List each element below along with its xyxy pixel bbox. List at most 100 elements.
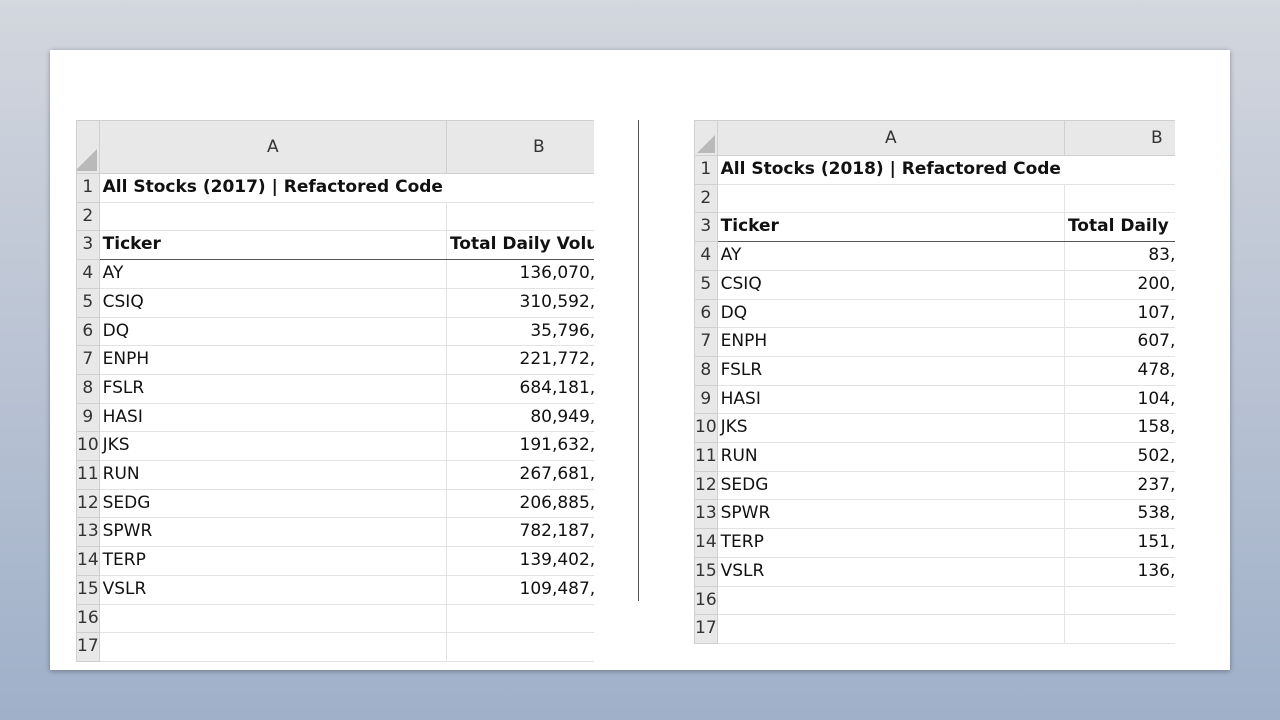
row-header[interactable]: 13	[694, 499, 718, 530]
volume-cell[interactable]: 782,187,000	[445, 517, 594, 548]
cell[interactable]	[445, 632, 594, 662]
cell[interactable]	[716, 614, 1065, 644]
row-header[interactable]: 5	[76, 287, 100, 318]
header-ticker[interactable]: Ticker	[98, 230, 447, 261]
row-header[interactable]: 7	[76, 345, 100, 375]
volume-cell[interactable]: 139,402,800	[445, 546, 594, 576]
volume-cell[interactable]: 607,473,500	[1063, 327, 1175, 357]
column-header-a[interactable]: A	[716, 120, 1065, 156]
volume-cell[interactable]: 151,434,700	[1063, 528, 1175, 558]
row-header[interactable]: 9	[76, 402, 100, 433]
volume-cell[interactable]: 80,949,300	[445, 402, 594, 433]
ticker-cell[interactable]: SPWR	[716, 499, 1065, 530]
row-header[interactable]: 9	[694, 384, 718, 415]
ticker-cell[interactable]: RUN	[716, 442, 1065, 472]
ticker-cell[interactable]: CSIQ	[716, 269, 1065, 300]
ticker-cell[interactable]: ENPH	[716, 327, 1065, 357]
header-ticker[interactable]: Ticker	[716, 212, 1065, 243]
cell[interactable]	[1063, 155, 1175, 185]
ticker-cell[interactable]: DQ	[98, 316, 447, 347]
select-all-corner[interactable]	[694, 120, 718, 156]
select-all-corner[interactable]	[76, 120, 100, 174]
volume-cell[interactable]: 538,024,300	[1063, 499, 1175, 530]
cell[interactable]	[1063, 585, 1175, 616]
ticker-cell[interactable]: TERP	[716, 528, 1065, 558]
ticker-cell[interactable]: VSLR	[716, 556, 1065, 587]
volume-cell[interactable]: 136,539,100	[1063, 556, 1175, 587]
volume-cell[interactable]: 109,487,900	[445, 574, 594, 605]
row-header[interactable]: 2	[76, 201, 100, 232]
cell[interactable]	[98, 201, 447, 232]
cell[interactable]	[98, 632, 447, 662]
volume-cell[interactable]: 136,070,900	[445, 259, 594, 289]
row-header[interactable]: 6	[76, 316, 100, 347]
ticker-cell[interactable]: ENPH	[98, 345, 447, 375]
row-header[interactable]: 17	[76, 632, 100, 662]
row-header[interactable]: 8	[76, 373, 100, 404]
row-header[interactable]: 3	[694, 212, 718, 243]
sheet-title[interactable]: All Stocks (2018) | Refactored Code	[716, 155, 1065, 185]
ticker-cell[interactable]: JKS	[716, 413, 1065, 444]
row-header[interactable]: 16	[76, 603, 100, 634]
row-header[interactable]: 1	[76, 173, 100, 203]
header-volume[interactable]: Total Daily Volume	[445, 230, 594, 261]
row-header[interactable]: 4	[694, 241, 718, 271]
ticker-cell[interactable]: SEDG	[716, 470, 1065, 501]
volume-cell[interactable]: 221,772,100	[445, 345, 594, 375]
cell[interactable]	[98, 603, 447, 634]
row-header[interactable]: 16	[694, 585, 718, 616]
row-header[interactable]: 13	[76, 517, 100, 548]
ticker-cell[interactable]: SEDG	[98, 488, 447, 519]
volume-cell[interactable]: 35,796,200	[445, 316, 594, 347]
cell[interactable]	[445, 173, 594, 203]
volume-cell[interactable]: 191,632,200	[445, 431, 594, 462]
row-header[interactable]: 12	[76, 488, 100, 519]
sheet-title[interactable]: All Stocks (2017) | Refactored Code	[98, 173, 447, 203]
row-header[interactable]: 11	[694, 442, 718, 472]
volume-cell[interactable]: 478,113,900	[1063, 355, 1175, 386]
ticker-cell[interactable]: HASI	[716, 384, 1065, 415]
ticker-cell[interactable]: TERP	[98, 546, 447, 576]
row-header[interactable]: 3	[76, 230, 100, 261]
volume-cell[interactable]: 310,592,800	[445, 287, 594, 318]
ticker-cell[interactable]: AY	[716, 241, 1065, 271]
volume-cell[interactable]: 684,181,400	[445, 373, 594, 404]
volume-cell[interactable]: 267,681,300	[445, 460, 594, 490]
cell[interactable]	[716, 585, 1065, 616]
volume-cell[interactable]: 104,340,600	[1063, 384, 1175, 415]
header-volume[interactable]: Total Daily Volume	[1063, 212, 1175, 243]
volume-cell[interactable]: 83,079,900	[1063, 241, 1175, 271]
cell[interactable]	[1063, 183, 1175, 214]
cell[interactable]	[445, 201, 594, 232]
row-header[interactable]: 2	[694, 183, 718, 214]
ticker-cell[interactable]: AY	[98, 259, 447, 289]
row-header[interactable]: 10	[694, 413, 718, 444]
cell[interactable]	[716, 183, 1065, 214]
row-header[interactable]: 15	[694, 556, 718, 587]
row-header[interactable]: 6	[694, 298, 718, 329]
ticker-cell[interactable]: SPWR	[98, 517, 447, 548]
row-header[interactable]: 1	[694, 155, 718, 185]
row-header[interactable]: 14	[694, 528, 718, 558]
row-header[interactable]: 10	[76, 431, 100, 462]
ticker-cell[interactable]: JKS	[98, 431, 447, 462]
volume-cell[interactable]: 237,212,300	[1063, 470, 1175, 501]
volume-cell[interactable]: 200,879,900	[1063, 269, 1175, 300]
cell[interactable]	[445, 603, 594, 634]
row-header[interactable]: 5	[694, 269, 718, 300]
volume-cell[interactable]: 107,873,900	[1063, 298, 1175, 329]
column-header-b[interactable]: B	[445, 120, 594, 174]
row-header[interactable]: 17	[694, 614, 718, 644]
ticker-cell[interactable]: HASI	[98, 402, 447, 433]
column-header-a[interactable]: A	[98, 120, 447, 174]
ticker-cell[interactable]: CSIQ	[98, 287, 447, 318]
ticker-cell[interactable]: FSLR	[98, 373, 447, 404]
volume-cell[interactable]: 206,885,200	[445, 488, 594, 519]
ticker-cell[interactable]: FSLR	[716, 355, 1065, 386]
volume-cell[interactable]: 158,309,000	[1063, 413, 1175, 444]
ticker-cell[interactable]: RUN	[98, 460, 447, 490]
ticker-cell[interactable]: DQ	[716, 298, 1065, 329]
row-header[interactable]: 7	[694, 327, 718, 357]
cell[interactable]	[1063, 614, 1175, 644]
row-header[interactable]: 4	[76, 259, 100, 289]
